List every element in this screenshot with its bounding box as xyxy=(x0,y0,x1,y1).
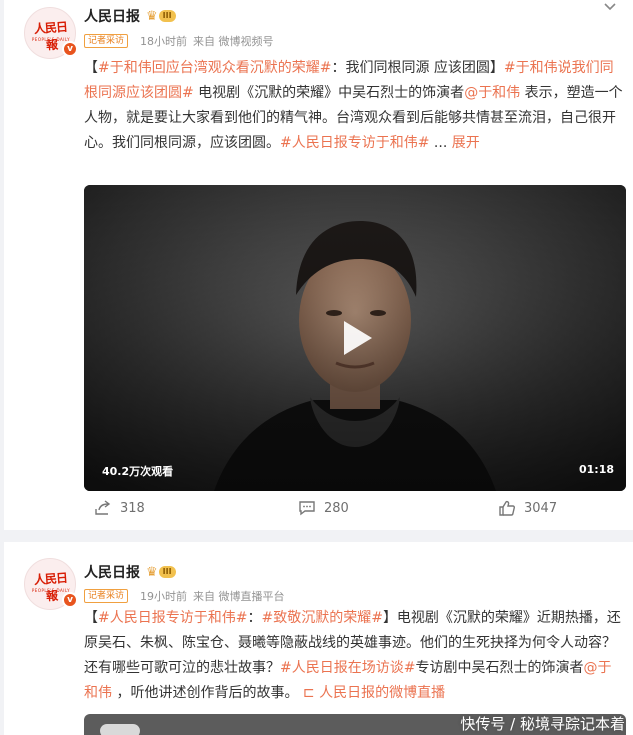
text-segment: ： xyxy=(247,610,262,626)
text-segment: 【 xyxy=(84,60,98,76)
live-link[interactable]: ⊏ 人民日报的微博直播 xyxy=(303,685,445,701)
mention-link[interactable]: @于和伟 xyxy=(464,85,520,101)
text-segment: 专访剧中吴石烈士的饰演者 xyxy=(415,660,584,676)
video-duration: 01:18 xyxy=(578,463,614,476)
author-name[interactable]: 人民日报 xyxy=(84,6,140,26)
comment-count: 280 xyxy=(324,500,349,516)
view-count: 40.2万次观看 xyxy=(102,465,174,478)
text-segment: 【 xyxy=(84,610,98,626)
post-text: 【#人民日报专访于和伟#：#致敬沉默的荣耀#】电视剧《沉默的荣耀》近期热播，还原… xyxy=(84,606,624,706)
share-icon xyxy=(95,500,111,515)
video-player[interactable]: 40.2万次观看 01:18 xyxy=(84,185,626,491)
like-count: 3047 xyxy=(524,500,558,516)
post-text: 【#于和伟回应台湾观众看沉默的荣耀#：我们同根同源 应该团圆】#于和伟说我们同根… xyxy=(84,56,624,156)
watermark-text: 快传号 / 秘境寻踪记本着 xyxy=(460,715,625,733)
text-segment: ，听他讲述创作背后的故事。 xyxy=(112,685,303,701)
crown-icon: ♛ xyxy=(146,564,158,580)
chevron-down-icon[interactable] xyxy=(603,0,617,16)
like-button[interactable]: 3047 xyxy=(498,500,557,516)
post-time[interactable]: 19小时前 xyxy=(140,588,187,604)
action-bar: 318 280 3047 xyxy=(4,500,633,522)
feed-card-2: 人民日報 PEOPLE'S DAILY v 人民日报 ♛ III 记者采访 19… xyxy=(4,542,633,735)
hashtag-link[interactable]: #人民日报专访于和伟# xyxy=(280,135,429,151)
post-source: 来自 微博直播平台 xyxy=(193,590,285,603)
post-source: 来自 微博视频号 xyxy=(193,35,274,48)
hashtag-link[interactable]: #致敬沉默的荣耀# xyxy=(261,610,382,626)
expand-link[interactable]: 展开 xyxy=(452,135,480,151)
verified-icon: v xyxy=(62,41,78,57)
text-segment: 电视剧《沉默的荣耀》中吴石烈士的饰演者 xyxy=(193,85,465,101)
comment-button[interactable]: 280 xyxy=(298,500,349,516)
vip-badge[interactable]: ♛ III xyxy=(146,9,176,24)
verified-icon: v xyxy=(62,592,78,608)
post-time[interactable]: 18小时前 xyxy=(140,33,187,49)
post-meta: 记者采访 18小时前 来自 微博视频号 xyxy=(84,33,274,49)
text-segment: ... xyxy=(429,135,452,151)
post-meta: 记者采访 19小时前 来自 微博直播平台 xyxy=(84,588,285,604)
hashtag-link[interactable]: #人民日报在场访谈# xyxy=(280,660,415,676)
crown-icon: ♛ xyxy=(146,8,158,24)
vip-level: III xyxy=(158,10,176,22)
text-segment: ：我们同根同源 应该团圆】 xyxy=(331,60,504,76)
feed-card-1: 人民日報 PEOPLE'S DAILY v 人民日报 ♛ III 记者采访 18… xyxy=(4,0,633,530)
hashtag-link[interactable]: #于和伟回应台湾观众看沉默的荣耀# xyxy=(98,60,331,76)
vip-level: III xyxy=(158,566,176,578)
source-tag: 记者采访 xyxy=(84,34,129,48)
hashtag-link[interactable]: #人民日报专访于和伟# xyxy=(98,610,247,626)
author-name[interactable]: 人民日报 xyxy=(84,562,140,582)
share-count: 318 xyxy=(120,500,145,516)
author-row: 人民日报 ♛ III xyxy=(84,6,176,26)
share-button[interactable]: 318 xyxy=(94,500,145,516)
play-icon[interactable] xyxy=(330,313,380,363)
comment-icon xyxy=(299,501,315,516)
video-label xyxy=(100,724,140,735)
vip-badge[interactable]: ♛ III xyxy=(146,565,176,580)
author-row: 人民日报 ♛ III xyxy=(84,562,176,582)
like-icon xyxy=(499,500,515,516)
source-tag: 记者采访 xyxy=(84,589,129,603)
